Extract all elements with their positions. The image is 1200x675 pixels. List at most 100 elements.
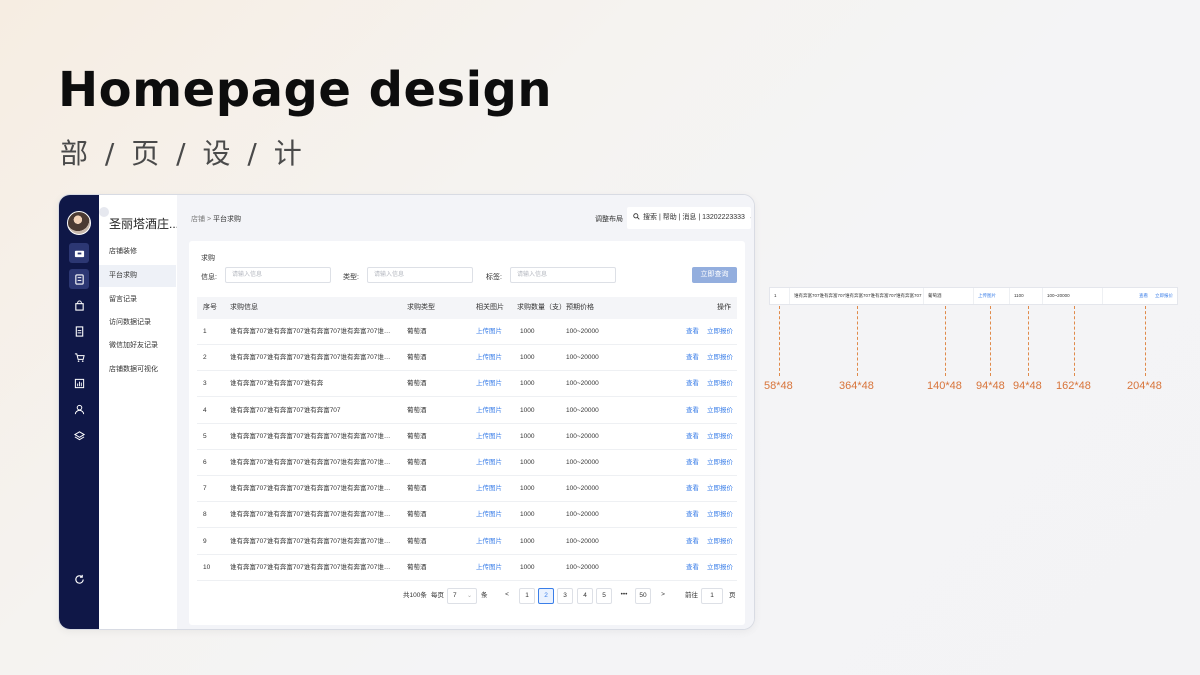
per-page-select[interactable]: 7 ⌄	[447, 588, 477, 604]
spec-no: 1	[770, 288, 790, 304]
row-price: 100~20000	[566, 459, 599, 466]
breadcrumb-root[interactable]: 店铺	[191, 216, 205, 223]
spec-size-label: 162*48	[1056, 380, 1091, 392]
per-page-unit: 条	[481, 592, 488, 599]
row-quote-link[interactable]: 立即报价	[707, 371, 737, 397]
row-view-link[interactable]: 查看	[686, 476, 702, 502]
row-quote-link[interactable]: 立即报价	[707, 345, 737, 371]
row-qty: 1000	[520, 380, 535, 388]
row-qty: 1000	[520, 432, 535, 440]
row-view-link[interactable]: 查看	[686, 319, 702, 345]
row-view-link[interactable]: 查看	[686, 398, 702, 424]
row-view-link[interactable]: 查看	[686, 424, 702, 450]
row-qty: 1000	[520, 459, 535, 466]
menu-item-data-visualization[interactable]: 店铺数据可视化	[99, 359, 176, 381]
col-price: 预期价格	[566, 304, 594, 311]
row-quote-link[interactable]: 立即报价	[707, 424, 737, 450]
row-upload-image-link[interactable]: 上传图片	[476, 398, 516, 424]
adjust-layout-link[interactable]: 调整布局	[595, 214, 623, 224]
menu-item-wechat-friends[interactable]: 微信加好友记录	[99, 335, 176, 357]
menu-item-store-decoration[interactable]: 店铺装修	[99, 241, 176, 263]
row-view-link[interactable]: 查看	[686, 555, 702, 581]
page-last-button[interactable]: 50	[635, 588, 651, 604]
spec-info: 谁有奔富707谁有奔富707谁有奔富707谁有奔富707谁有奔富707	[790, 288, 924, 304]
spec-size-label: 204*48	[1127, 380, 1162, 392]
goto-input[interactable]: 1	[701, 588, 723, 604]
cart-icon[interactable]	[69, 347, 89, 367]
store-icon[interactable]	[69, 243, 89, 263]
page-4-button[interactable]: 4	[577, 588, 593, 604]
row-upload-image-link[interactable]: 上传图片	[476, 371, 516, 397]
page-2-button[interactable]: 2	[538, 588, 554, 604]
row-upload-image-link[interactable]: 上传图片	[476, 345, 516, 371]
table-row: 7 谁有奔富707谁有奔富707谁有奔富707谁有奔富707谁有奔富707谁有奔富…	[197, 476, 737, 503]
menu-item-visit-data[interactable]: 访问数据记录	[99, 312, 176, 334]
filter-type-input[interactable]: 请输入信息	[367, 267, 473, 283]
table-row: 6 谁有奔富707谁有奔富707谁有奔富707谁有奔富707谁有奔富707谁有奔富…	[197, 450, 737, 476]
prev-page-button[interactable]: <	[499, 588, 515, 604]
row-info: 谁有奔富707谁有奔富707谁有奔富707谁有奔富707谁有奔富707谁有奔富7…	[230, 328, 396, 335]
row-quote-link[interactable]: 立即报价	[707, 476, 737, 502]
table-row: 5 谁有奔富707谁有奔富707谁有奔富707谁有奔富707谁有奔富707谁有奔富…	[197, 424, 737, 450]
avatar[interactable]	[67, 211, 91, 235]
row-price: 100~20000	[566, 537, 599, 545]
row-upload-image-link[interactable]: 上传图片	[476, 424, 516, 450]
query-button[interactable]: 立即查询	[692, 267, 737, 283]
top-search-bar[interactable]: 搜索 | 帮助 | 消息 | 13202223333 ⌄	[627, 207, 751, 229]
icon-rail	[59, 195, 99, 629]
row-info: 谁有奔富707谁有奔富707谁有奔富707谁有奔富707谁有奔富707谁有奔富7…	[230, 537, 396, 545]
page-3-button[interactable]: 3	[557, 588, 573, 604]
row-quote-link[interactable]: 立即报价	[707, 529, 737, 555]
row-view-link[interactable]: 查看	[686, 371, 702, 397]
row-type: 葡萄酒	[407, 459, 427, 466]
row-quote-link[interactable]: 立即报价	[707, 398, 737, 424]
calculator-icon[interactable]	[69, 269, 89, 289]
row-upload-image-link[interactable]: 上传图片	[476, 529, 516, 555]
spec-type: 葡萄酒	[924, 288, 974, 304]
filter-tag-input[interactable]: 请输入信息	[510, 267, 616, 283]
row-upload-image-link[interactable]: 上传图片	[476, 502, 516, 528]
main-content: 店铺 > 平台求购 调整布局 搜索 | 帮助 | 消息 | 1320222333…	[177, 195, 754, 629]
page-5-button[interactable]: 5	[596, 588, 612, 604]
spec-guide-line	[990, 306, 991, 376]
spec-size-label: 94*48	[976, 380, 1005, 392]
row-upload-image-link[interactable]: 上传图片	[476, 450, 516, 476]
filter-info-label: 信息:	[201, 274, 217, 281]
collapse-toggle[interactable]	[99, 207, 109, 217]
row-no: 4	[203, 406, 207, 414]
row-quote-link[interactable]: 立即报价	[707, 555, 737, 581]
layers-icon[interactable]	[69, 425, 89, 445]
store-name: 圣丽塔酒庄...	[109, 217, 180, 231]
document-icon[interactable]	[69, 321, 89, 341]
row-upload-image-link[interactable]: 上传图片	[476, 555, 516, 581]
purchase-panel: 求购 信息: 请输入信息 类型: 请输入信息 标签: 请输入信息 立即查询 序号…	[189, 241, 745, 625]
user-icon[interactable]	[69, 399, 89, 419]
bag-icon[interactable]	[69, 295, 89, 315]
col-actions: 操作	[717, 304, 731, 311]
row-no: 6	[203, 459, 207, 466]
row-price: 100~20000	[566, 380, 599, 388]
menu-item-messages[interactable]: 留言记录	[99, 289, 176, 311]
refresh-icon[interactable]	[69, 569, 89, 589]
row-view-link[interactable]: 查看	[686, 529, 702, 555]
row-type: 葡萄酒	[407, 380, 427, 388]
breadcrumb-current: 平台求购	[213, 216, 241, 223]
chart-icon[interactable]	[69, 373, 89, 393]
row-upload-image-link[interactable]: 上传图片	[476, 319, 516, 345]
menu-item-platform-purchase[interactable]: 平台求购	[99, 265, 176, 287]
row-view-link[interactable]: 查看	[686, 450, 702, 476]
row-no: 9	[203, 537, 207, 545]
row-price: 100~20000	[566, 354, 599, 362]
row-upload-image-link[interactable]: 上传图片	[476, 476, 516, 502]
row-type: 葡萄酒	[407, 511, 427, 519]
spec-guide-line	[779, 306, 780, 376]
page-1-button[interactable]: 1	[519, 588, 535, 604]
row-view-link[interactable]: 查看	[686, 345, 702, 371]
row-view-link[interactable]: 查看	[686, 502, 702, 528]
row-quote-link[interactable]: 立即报价	[707, 450, 737, 476]
next-page-button[interactable]: >	[655, 588, 671, 604]
row-qty: 1000	[520, 485, 535, 493]
filter-info-input[interactable]: 请输入信息	[225, 267, 331, 283]
row-quote-link[interactable]: 立即报价	[707, 319, 737, 345]
row-quote-link[interactable]: 立即报价	[707, 502, 737, 528]
